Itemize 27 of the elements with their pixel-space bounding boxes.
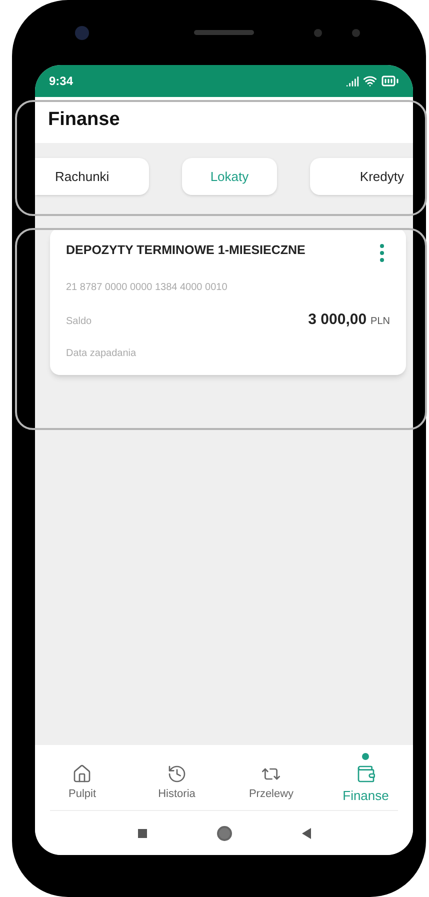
account-number: 21 8787 0000 0000 1384 4000 0010 xyxy=(66,281,228,295)
currency-label: PLN xyxy=(370,315,390,329)
back-icon[interactable] xyxy=(302,828,310,838)
balance-label: Saldo xyxy=(66,315,92,329)
page-title: Finanse xyxy=(48,108,120,132)
signal-icon xyxy=(346,74,359,88)
wallet-icon xyxy=(356,764,376,784)
tab[interactable]: Lokaty xyxy=(182,158,277,195)
home-button-icon[interactable] xyxy=(216,826,232,840)
sensor-icon xyxy=(352,28,360,36)
tab[interactable]: Rachunki xyxy=(35,158,150,195)
wifi-icon xyxy=(363,74,377,88)
nav-tab[interactable]: Pulpit xyxy=(35,753,130,810)
nav-tab[interactable]: Historia xyxy=(130,753,224,810)
camera-icon xyxy=(75,26,89,40)
nav-tab[interactable]: Finanse xyxy=(318,753,413,810)
nav-tab[interactable]: Przelewy xyxy=(224,753,318,810)
speaker-grille xyxy=(194,30,254,35)
balance-amount: 3 000,00 xyxy=(308,310,367,330)
deposit-title: DEPOZYTY TERMINOWE 1-MIESIECZNE xyxy=(66,242,306,259)
status-time: 9:34 xyxy=(49,73,74,90)
history-icon xyxy=(166,764,187,784)
home-icon xyxy=(72,764,92,784)
recent-apps-icon[interactable] xyxy=(138,828,146,838)
sensor-icon xyxy=(314,28,322,36)
maturity-label: Data zapadania xyxy=(66,346,138,360)
tab[interactable]: Kredyty xyxy=(310,158,413,195)
